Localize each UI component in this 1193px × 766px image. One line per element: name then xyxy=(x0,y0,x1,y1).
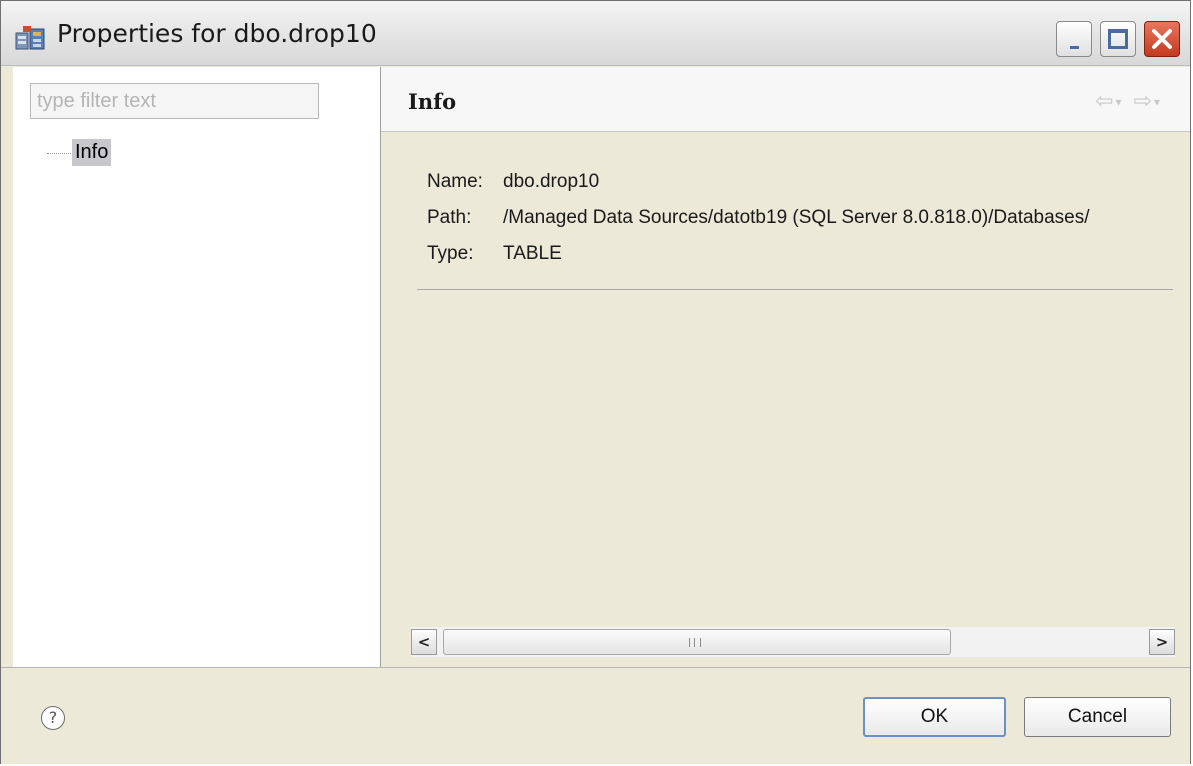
path-row: Path: /Managed Data Sources/datotb19 (SQL… xyxy=(427,207,1090,229)
back-dropdown-icon[interactable]: ▾ xyxy=(1116,95,1124,109)
horizontal-scrollbar[interactable]: < > xyxy=(411,627,1175,657)
ok-button[interactable]: OK xyxy=(863,697,1006,737)
scroll-left-button[interactable]: < xyxy=(411,629,437,655)
properties-dialog: Properties for dbo.drop10 Info Info ⇦▾⇨▾… xyxy=(0,0,1191,764)
type-label: Type: xyxy=(427,243,474,264)
forward-dropdown-icon[interactable]: ▾ xyxy=(1154,95,1162,109)
close-button[interactable] xyxy=(1144,21,1180,57)
property-page: Info ⇦▾ ⇨▾ Name: dbo.drop10 Path:/Managed … xyxy=(381,67,1190,667)
path-label: Path: xyxy=(427,207,472,228)
history-nav: ⇦▾ ⇨▾ xyxy=(1095,89,1172,114)
button-bar: ? OK Cancel xyxy=(1,667,1190,764)
tree-connector xyxy=(47,153,71,154)
type-value: TABLE xyxy=(503,243,562,264)
navigation-pane: Info xyxy=(13,67,381,667)
maximize-button[interactable] xyxy=(1100,21,1136,57)
info-content: Name: dbo.drop10 Path: /Managed Data Sourc… xyxy=(381,132,1190,606)
scroll-right-button[interactable]: > xyxy=(1149,629,1175,655)
close-icon xyxy=(1152,29,1172,49)
help-icon[interactable]: ? xyxy=(41,706,65,730)
name-row: Name: dbo.drop10 xyxy=(427,171,599,193)
name-value: dbo.drop10 xyxy=(503,171,600,192)
title-bar[interactable]: Properties for dbo.drop10 xyxy=(1,1,1190,66)
filter-input[interactable] xyxy=(30,83,319,119)
type-row: Type: TABLE xyxy=(427,243,562,265)
grip-icon xyxy=(689,638,701,647)
page-title: Info xyxy=(408,89,457,114)
scroll-thumb[interactable] xyxy=(443,629,951,655)
window-title: Properties for dbo.drop10 xyxy=(57,19,377,48)
cancel-button[interactable]: Cancel xyxy=(1024,697,1171,737)
page-header: Info ⇦▾ ⇨▾ xyxy=(381,67,1190,132)
name-label: Name: xyxy=(427,171,483,192)
tree-item-info[interactable]: Info xyxy=(72,139,112,166)
minimize-button[interactable] xyxy=(1056,21,1092,57)
back-arrow-icon[interactable]: ⇦ xyxy=(1095,89,1115,114)
separator xyxy=(417,289,1173,290)
properties-app-icon xyxy=(15,26,45,50)
maximize-icon xyxy=(1108,29,1128,49)
minimize-icon xyxy=(1070,46,1079,49)
forward-arrow-icon[interactable]: ⇨ xyxy=(1134,89,1154,114)
path-value: /Managed Data Sources/datotb19 (SQL Serv… xyxy=(503,207,1090,228)
